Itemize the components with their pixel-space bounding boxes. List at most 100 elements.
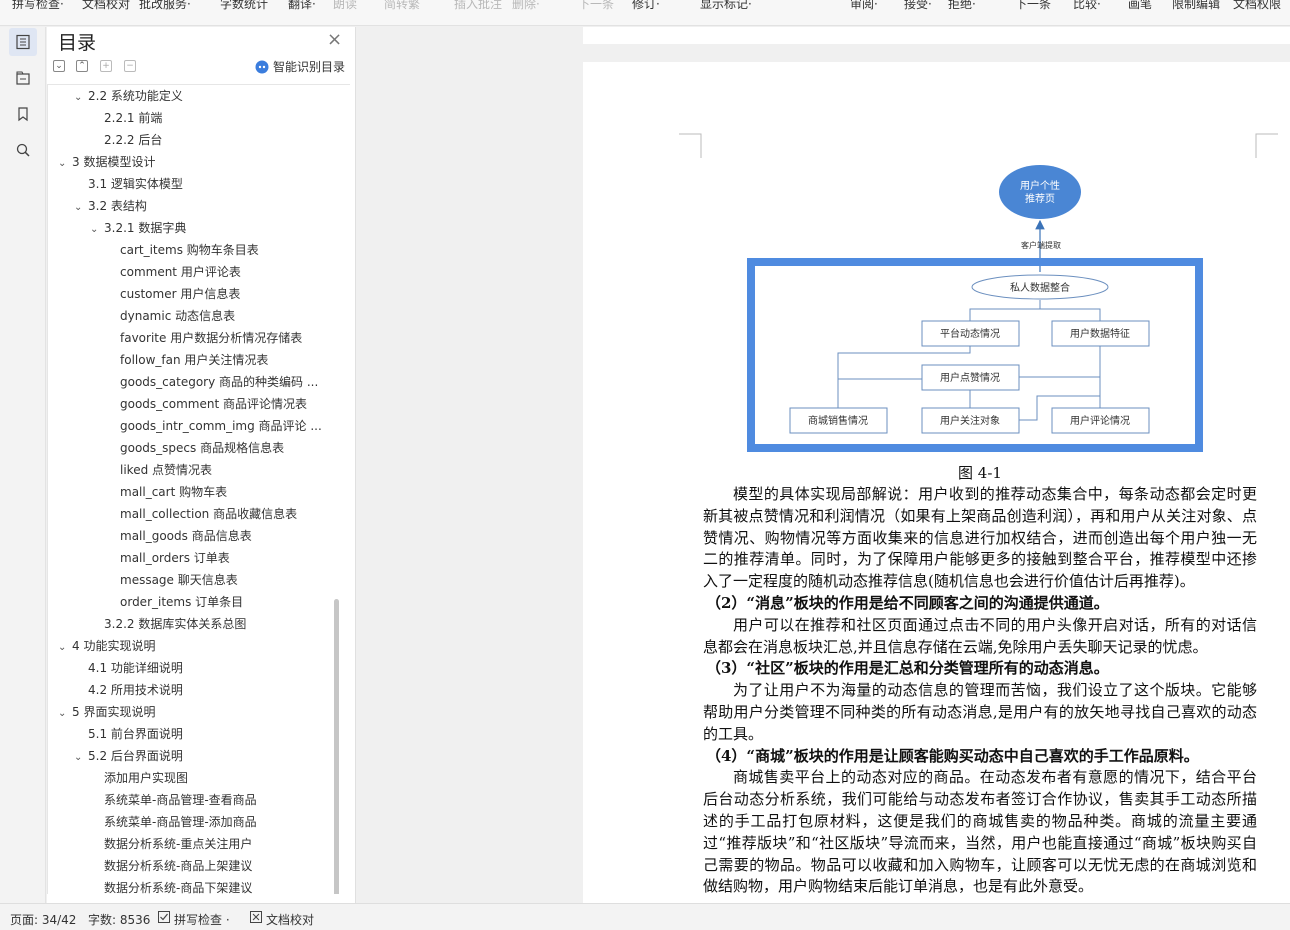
node-comments-label: 用户评论情况 bbox=[1070, 414, 1130, 427]
collapse-all-icon[interactable]: ⌄ bbox=[53, 60, 65, 72]
expand-up-icon[interactable]: ⌃ bbox=[76, 60, 88, 72]
doc-rights-button[interactable]: 文档权限 bbox=[1233, 0, 1281, 12]
toc-item[interactable]: 数据分析系统-商品上架建议 bbox=[104, 855, 342, 877]
robot-icon bbox=[255, 60, 269, 73]
track-changes-button[interactable]: 修订· bbox=[632, 0, 660, 12]
read-aloud-button[interactable]: 朗读 bbox=[333, 0, 357, 12]
toc-item[interactable]: mall_cart 购物车表 bbox=[120, 481, 342, 503]
compare-button[interactable]: 比较· bbox=[1073, 0, 1101, 12]
chevron-down-icon[interactable]: ⌄ bbox=[58, 153, 72, 173]
toc-item[interactable]: 4.1 功能详细说明 bbox=[88, 657, 342, 679]
show-marks-button[interactable]: 显示标记· bbox=[700, 0, 752, 12]
toc-item[interactable]: mall_collection 商品收藏信息表 bbox=[120, 503, 342, 525]
toc-item[interactable]: goods_comment 商品评论情况表 bbox=[120, 393, 342, 415]
toc-item[interactable]: favorite 用户数据分析情况存储表 bbox=[120, 327, 342, 349]
toc-item[interactable]: ⌄ 3.2.1 数据字典 bbox=[90, 217, 328, 239]
insert-comment-button[interactable]: 插入批注 bbox=[454, 0, 502, 12]
toc-item[interactable]: mall_orders 订单表 bbox=[120, 547, 342, 569]
translate-button[interactable]: 翻译· bbox=[288, 0, 316, 12]
toc-item[interactable]: goods_intr_comm_img 商品评论 ... bbox=[120, 415, 342, 437]
toc-item[interactable]: goods_specs 商品规格信息表 bbox=[120, 437, 342, 459]
toc-item[interactable]: order_items 订单条目 bbox=[120, 591, 342, 613]
chevron-down-icon[interactable]: ⌄ bbox=[90, 219, 104, 239]
toc-item[interactable]: 4.2 所用技术说明 bbox=[88, 679, 342, 701]
node-integrate-label: 私人数据整合 bbox=[1010, 281, 1070, 294]
document-workspace: 用户个性 推荐页 客户端提取 私人数据整合 平台动态情况 用户数据特征 用户点赞… bbox=[357, 27, 1290, 903]
toc-item[interactable]: customer 用户信息表 bbox=[120, 283, 342, 305]
toc-item[interactable]: comment 用户评论表 bbox=[120, 261, 342, 283]
simp-trad-button[interactable]: 简转繁 bbox=[384, 0, 420, 12]
toc-panel: 目录 × ⌄ ⌃ + − 智能识别目录 ⌄ 2.2 系统功能定义 2.2.1 前端 2… bbox=[47, 27, 356, 903]
node-recommend-page-label-2: 推荐页 bbox=[1025, 192, 1055, 205]
pen-button[interactable]: 画笔 bbox=[1128, 0, 1152, 12]
toc-item[interactable]: 数据分析系统-重点关注用户 bbox=[104, 833, 342, 855]
reject-button[interactable]: 拒绝· bbox=[948, 0, 976, 12]
word-count-indicator[interactable]: 字数: 8536 bbox=[88, 911, 150, 928]
toc-item-label: 数据分析系统-商品上架建议 bbox=[104, 859, 253, 873]
close-icon[interactable]: × bbox=[327, 29, 342, 50]
toc-item[interactable]: 3.1 逻辑实体模型 bbox=[88, 173, 342, 195]
toc-item[interactable]: 2.2.2 后台 bbox=[104, 129, 342, 151]
restrict-edit-button[interactable]: 限制编辑 bbox=[1172, 0, 1220, 12]
toc-item-label: 数据分析系统-重点关注用户 bbox=[104, 837, 253, 851]
toc-item[interactable]: message 聊天信息表 bbox=[120, 569, 342, 591]
previous-page bbox=[583, 27, 1290, 44]
recommendation-flow-figure: 用户个性 推荐页 客户端提取 私人数据整合 平台动态情况 用户数据特征 用户点赞… bbox=[747, 163, 1207, 455]
toc-item-label: message 聊天信息表 bbox=[120, 573, 238, 587]
review-button[interactable]: 审阅· bbox=[850, 0, 878, 12]
toc-item[interactable]: 系统菜单-商品管理-添加商品 bbox=[104, 811, 342, 833]
chevron-down-icon[interactable]: ⌄ bbox=[58, 703, 72, 723]
revise-service-button[interactable]: 批改服务· bbox=[139, 0, 191, 12]
toc-item[interactable]: 3.2.2 数据库实体关系总图 bbox=[104, 613, 342, 635]
toc-item[interactable]: liked 点赞情况表 bbox=[120, 459, 342, 481]
status-spell-check-button[interactable]: 拼写检查 · bbox=[158, 911, 230, 928]
delete-comment-button[interactable]: 删除· bbox=[512, 0, 540, 12]
chapter-nav-button[interactable] bbox=[9, 64, 37, 92]
toc-item[interactable]: 数据分析系统-商品下架建议 bbox=[104, 877, 342, 894]
toc-item-label: 2.2.1 前端 bbox=[104, 111, 163, 125]
chevron-down-icon[interactable]: ⌄ bbox=[58, 637, 72, 657]
toc-item[interactable]: mall_goods 商品信息表 bbox=[120, 525, 342, 547]
toc-panel-button[interactable] bbox=[9, 28, 37, 56]
smart-toc-button[interactable]: 智能识别目录 bbox=[255, 58, 345, 75]
chevron-down-icon[interactable]: ⌄ bbox=[74, 87, 88, 107]
toc-item-label: 5 界面实现说明 bbox=[72, 705, 156, 719]
document-body: 模型的具体实现局部解说：用户收到的推荐动态集合中，每条动态都会定时更新其被点赞情… bbox=[703, 484, 1257, 898]
bookmark-button[interactable] bbox=[9, 100, 37, 128]
toc-item-label: 4 功能实现说明 bbox=[72, 639, 156, 653]
toc-item[interactable]: 添加用户实现图 bbox=[104, 767, 342, 789]
toc-item[interactable]: cart_items 购物车条目表 bbox=[120, 239, 342, 261]
toc-item-label: customer 用户信息表 bbox=[120, 287, 241, 301]
toc-item[interactable]: ⌄ 3 数据模型设计 bbox=[58, 151, 328, 173]
word-count-button[interactable]: 字数统计 bbox=[220, 0, 268, 12]
chevron-down-icon[interactable]: ⌄ bbox=[74, 747, 88, 767]
accept-button[interactable]: 接受· bbox=[904, 0, 932, 12]
add-heading-icon[interactable]: + bbox=[100, 60, 112, 72]
page-indicator[interactable]: 页面: 34/42 bbox=[10, 911, 76, 928]
next-change-button[interactable]: 下一条 bbox=[1015, 0, 1051, 12]
toc-item[interactable]: follow_fan 用户关注情况表 bbox=[120, 349, 342, 371]
toc-item[interactable]: 2.2.1 前端 bbox=[104, 107, 342, 129]
toc-item[interactable]: ⌄ 2.2 系统功能定义 bbox=[74, 85, 328, 107]
toc-item[interactable]: ⌄ 3.2 表结构 bbox=[74, 195, 328, 217]
node-recommend-page bbox=[999, 165, 1081, 219]
next-comment-button[interactable]: 下一条 bbox=[578, 0, 614, 12]
toc-item-label: 4.2 所用技术说明 bbox=[88, 683, 183, 697]
doc-proof-button[interactable]: 文档校对 bbox=[82, 0, 130, 12]
chevron-down-icon[interactable]: ⌄ bbox=[74, 197, 88, 217]
toc-item-label: mall_cart 购物车表 bbox=[120, 485, 228, 499]
toc-item[interactable]: ⌄ 5.2 后台界面说明 bbox=[74, 745, 328, 767]
remove-heading-icon[interactable]: − bbox=[124, 60, 136, 72]
figure-caption: 图 4-1 bbox=[958, 464, 1002, 482]
toc-item[interactable]: 5.1 前台界面说明 bbox=[88, 723, 342, 745]
toc-item-label: goods_category 商品的种类编码 ... bbox=[120, 375, 319, 389]
search-button[interactable] bbox=[9, 136, 37, 164]
toc-item[interactable]: 系统菜单-商品管理-查看商品 bbox=[104, 789, 342, 811]
node-likes-label: 用户点赞情况 bbox=[940, 371, 1000, 384]
toc-item[interactable]: goods_category 商品的种类编码 ... bbox=[120, 371, 342, 393]
spell-check-button[interactable]: 拼写检查· bbox=[12, 0, 64, 12]
toc-item[interactable]: dynamic 动态信息表 bbox=[120, 305, 342, 327]
toc-item[interactable]: ⌄ 4 功能实现说明 bbox=[58, 635, 328, 657]
status-doc-proof-button[interactable]: 文档校对 bbox=[250, 911, 314, 928]
toc-item[interactable]: ⌄ 5 界面实现说明 bbox=[58, 701, 328, 723]
